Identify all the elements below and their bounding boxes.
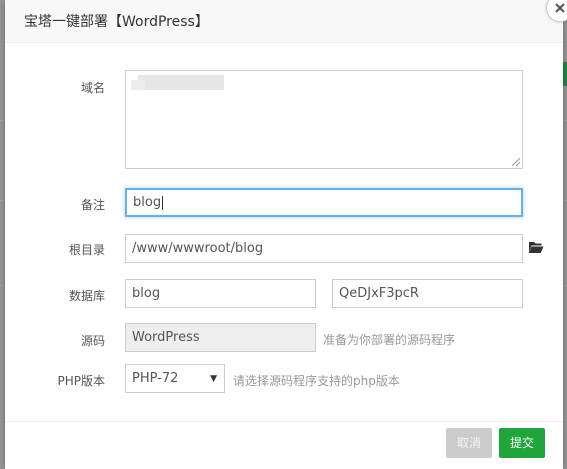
close-icon <box>555 3 565 13</box>
source-label: 源码 <box>80 334 105 348</box>
php-version-label: PHP版本 <box>57 374 106 388</box>
remark-value: blog <box>133 195 162 210</box>
deploy-dialog: 宝塔一键部署【WordPress】 域名 备注 blog 根目录 /www/ww… <box>5 0 563 469</box>
root-dir-input[interactable]: /www/wwwroot/blog <box>125 234 523 263</box>
root-dir-label: 根目录 <box>68 243 105 257</box>
cancel-button[interactable]: 取消 <box>446 428 492 458</box>
folder-open-icon[interactable] <box>528 240 544 254</box>
dialog-header: 宝塔一键部署【WordPress】 <box>5 0 563 43</box>
database-name-input[interactable]: blog <box>125 279 316 308</box>
footer-divider <box>5 421 563 422</box>
database-label: 数据库 <box>68 289 105 303</box>
remark-label: 备注 <box>80 198 105 212</box>
php-version-help-text: 请选择源码程序支持的php版本 <box>233 374 400 388</box>
root-dir-value: /www/wwwroot/blog <box>132 241 264 256</box>
source-value: WordPress <box>132 330 200 345</box>
database-name-value: blog <box>132 286 161 301</box>
source-input: WordPress <box>125 323 316 352</box>
php-version-value: PHP-72 <box>132 371 179 386</box>
remark-input[interactable]: blog <box>125 188 523 217</box>
domain-textarea[interactable] <box>125 70 523 169</box>
redacted-text <box>138 75 224 90</box>
database-password-input[interactable]: QeDJxF3pcR <box>332 279 523 308</box>
dialog-title: 宝塔一键部署【WordPress】 <box>24 14 209 30</box>
caret-down-icon: ▼ <box>210 374 217 384</box>
text-cursor <box>162 195 164 210</box>
redacted-text <box>131 80 145 90</box>
resize-grip-icon[interactable] <box>512 158 520 166</box>
php-version-select[interactable]: PHP-72 ▼ <box>125 364 225 393</box>
submit-button[interactable]: 提交 <box>499 428 545 458</box>
domain-label: 域名 <box>80 81 105 95</box>
database-password-value: QeDJxF3pcR <box>339 286 419 301</box>
source-help-text: 准备为你部署的源码程序 <box>323 333 456 347</box>
